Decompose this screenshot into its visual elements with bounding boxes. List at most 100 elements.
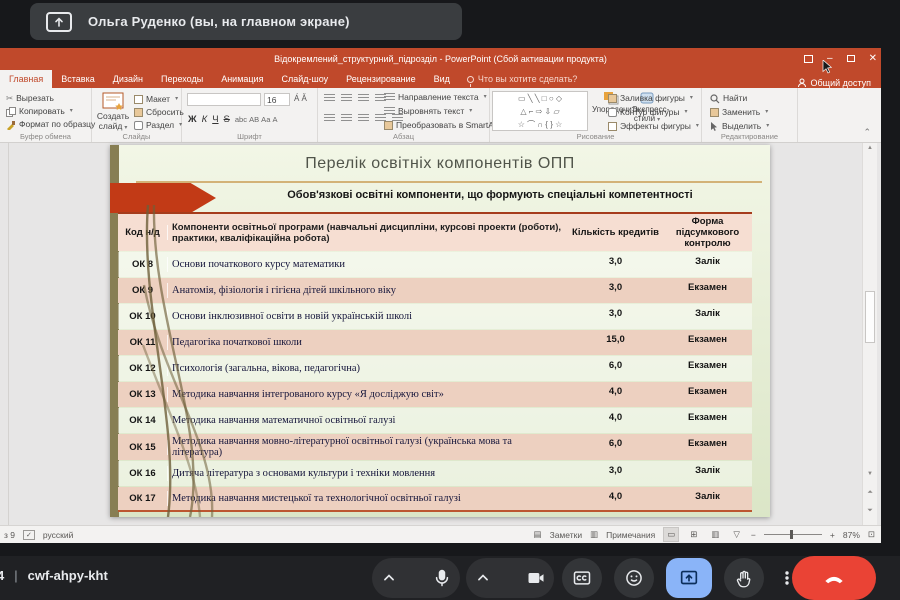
tab-slideshow[interactable]: Слайд-шоу [272,70,337,88]
table-row: ОК 17Методика навчання мистецької та тех… [118,487,752,512]
slide-canvas[interactable]: Перелік освітніх компонентів ОПП Обов'яз… [110,145,770,517]
language-indicator[interactable]: русский [43,530,74,540]
view-slideshow-button[interactable]: ▽ [730,528,743,541]
new-slide-button[interactable]: Создать слайд [96,91,130,131]
tab-home[interactable]: Главная [0,70,52,88]
close-button[interactable]: ✕ [869,54,877,64]
format-painter-label: Формат по образцу [19,118,95,131]
end-call-button[interactable] [792,556,876,600]
restore-button[interactable] [847,55,855,62]
tab-animations[interactable]: Анимация [212,70,272,88]
font-extra-buttons[interactable]: abc АВ Аа А [235,115,278,124]
comments-button[interactable]: Примечания [606,530,655,540]
tab-view[interactable]: Вид [425,70,459,88]
meeting-info: 4 | cwf-ahpy-kht [0,568,108,583]
vertical-scrollbar[interactable]: ▲ ▼ ⏶ ⏷ [862,143,877,525]
person-icon [797,78,807,88]
layout-button[interactable]: Макет [134,93,178,106]
row-control: Екзамен [663,382,752,399]
chevron-up-icon[interactable] [474,569,492,587]
bold-button[interactable]: Ж [188,114,197,125]
shape-fill-icon [608,94,617,103]
camera-control[interactable] [466,558,554,598]
ppt-status-bar: з 9 ✓ русский ▤ Заметки ▥ Примечания ▭ ⊞… [0,525,881,543]
share-button[interactable]: Общий доступ [797,78,881,88]
raise-hand-button[interactable] [724,558,764,598]
reset-button[interactable]: Сбросить [134,106,184,119]
align-text-button[interactable]: Выровнять текст [384,105,472,118]
chevron-up-icon[interactable] [380,569,398,587]
view-sorter-button[interactable]: ⊞ [687,528,700,541]
grow-shrink-font-buttons[interactable]: А́ А̌ [294,94,307,103]
replace-button[interactable]: Заменить [710,106,768,119]
ribbon-display-options-icon[interactable] [804,55,813,63]
select-icon [710,122,719,132]
notes-icon: ▤ [534,529,542,540]
row-name: Методика навчання інтегрованого курсу «Я… [168,387,568,402]
fit-to-window-button[interactable]: ⊡ [868,529,875,540]
cut-button[interactable]: ✂ Вырезать [6,92,54,105]
presenter-name: Ольга Руденко (вы, на главном экране) [88,14,350,29]
font-size-combo[interactable]: 16 [264,93,290,106]
row-code: ОК 16 [118,466,168,481]
scroll-up-icon[interactable]: ▲ [863,145,877,151]
shape-outline-button[interactable]: Контур фигуры [608,106,687,119]
tab-design[interactable]: Дизайн [104,70,152,88]
copy-button[interactable]: Копировать [6,105,73,118]
smartart-button[interactable]: Преобразовать в SmartArt [384,119,507,132]
next-slide-button[interactable]: ⏷ [863,507,877,515]
group-font: Шрифт [182,132,317,141]
copy-icon [6,107,16,117]
text-direction-label: Направление текста [398,91,479,104]
spellcheck-icon[interactable]: ✓ [23,530,35,540]
header-control: Форма підсумкового контролю [663,214,752,251]
tab-review[interactable]: Рецензирование [337,70,425,88]
row-name: Анатомія, фізіологія і гігієна дітей шкі… [168,283,568,298]
previous-slide-button[interactable]: ⏶ [863,489,877,497]
notes-button[interactable]: Заметки [550,530,583,540]
zoom-in-button[interactable]: + [830,530,835,540]
stop-presenting-button[interactable] [666,558,712,598]
strikethrough-button[interactable]: S [224,114,230,125]
tell-me-tab[interactable]: Что вы хотите сделать? [459,70,586,88]
shape-fill-button[interactable]: Заливка фигуры [608,92,693,105]
ribbon: ✂ Вырезать Копировать Формат по образцу … [0,88,881,143]
tab-insert[interactable]: Вставка [52,70,103,88]
captions-button[interactable] [562,558,602,598]
view-normal-button[interactable]: ▭ [663,527,679,542]
scroll-thumb[interactable] [865,291,875,343]
underline-button[interactable]: Ч [212,114,218,125]
layout-label: Макет [146,93,170,106]
shape-outline-icon [608,108,617,117]
collapse-ribbon-button[interactable]: ⌃ [863,127,871,138]
view-reading-button[interactable]: ▥ [708,528,722,541]
format-painter-button[interactable]: Формат по образцу [6,118,95,131]
ribbon-tabs: ГлавнаяВставкаДизайнПереходыАнимацияСлай… [0,69,881,88]
find-button[interactable]: Найти [710,92,747,105]
row-credits: 4,0 [568,382,663,399]
text-direction-button[interactable]: Направление текста [384,91,487,104]
row-credits: 3,0 [568,461,663,478]
reactions-button[interactable] [614,558,654,598]
font-name-combo[interactable] [187,93,261,106]
find-label: Найти [723,92,747,105]
shape-effects-button[interactable]: Эффекты фигуры [608,120,699,133]
table-row: ОК 12Психологія (загальна, вікова, педаг… [118,356,752,381]
comments-icon: ▥ [590,529,598,540]
format-painter-icon [6,120,16,130]
italic-button[interactable]: К [202,114,208,125]
camera-icon[interactable] [526,568,546,588]
list-indent-buttons[interactable] [324,94,386,103]
shapes-gallery[interactable]: ▭ ╲ ╲ □ ○ ◇△ ⌐ ⇨ ⇩ ▱☆ ⌒ ∩ { } ☆ [492,91,588,131]
mic-icon[interactable] [432,568,452,588]
table-row: ОК 10Основи інклюзивної освіти в новій у… [118,304,752,329]
zoom-out-button[interactable]: − [751,530,756,540]
row-control: Екзамен [663,356,752,373]
zoom-level[interactable]: 87% [843,530,860,540]
tab-transitions[interactable]: Переходы [152,70,212,88]
zoom-slider[interactable] [764,534,822,535]
mic-control[interactable] [372,558,460,598]
section-button[interactable]: Раздел [134,119,182,132]
scroll-down-icon[interactable]: ▼ [863,471,877,477]
header-component: Компоненти освітньої програми (навчальні… [168,220,568,246]
